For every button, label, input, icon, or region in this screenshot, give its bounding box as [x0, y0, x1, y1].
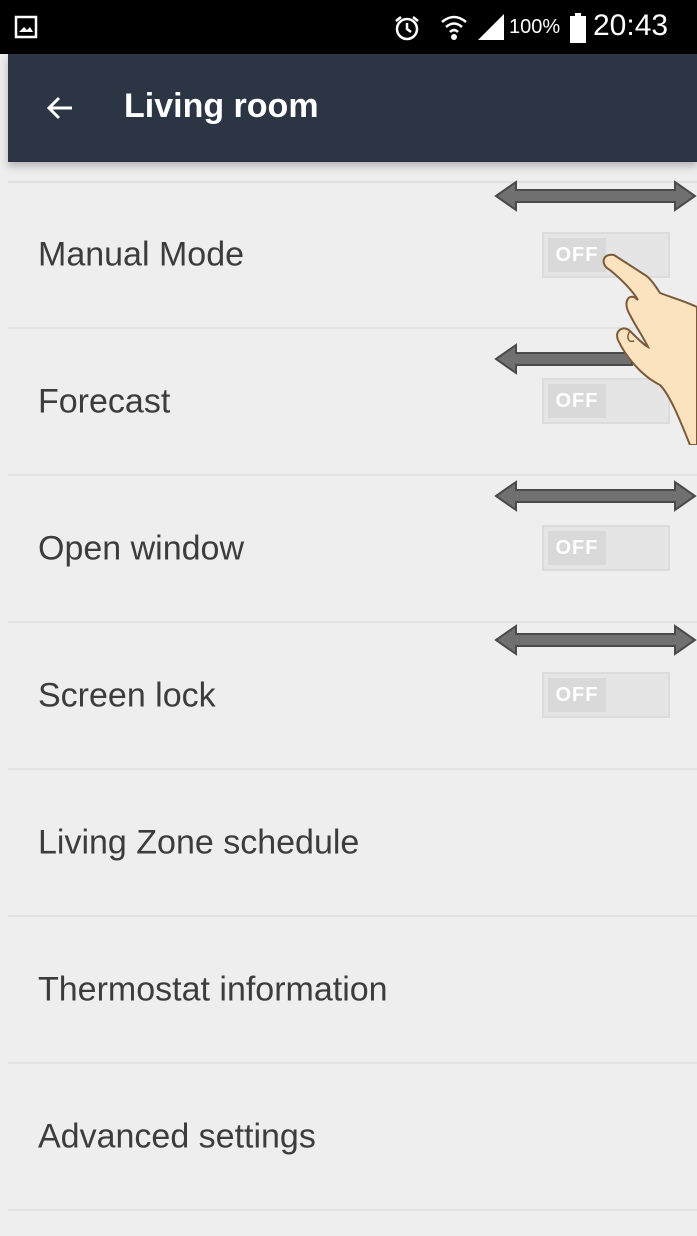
setting-label: Manual Mode: [38, 235, 245, 273]
setting-thermostat-information[interactable]: Thermostat information: [8, 917, 697, 1064]
setting-label: Advanced settings: [38, 1117, 316, 1155]
double-headed-arrow-icon: [494, 624, 697, 656]
alarm-icon: [395, 16, 419, 41]
setting-living-zone-schedule[interactable]: Living Zone schedule: [8, 770, 697, 917]
battery-icon: [570, 13, 586, 43]
arrow-left-icon: [46, 96, 72, 120]
signal-icon: [478, 14, 504, 40]
pointing-hand-icon: [602, 253, 697, 445]
setting-label: Thermostat information: [38, 970, 388, 1008]
double-headed-arrow-icon: [494, 180, 697, 212]
toggle-state: OFF: [548, 678, 606, 712]
clock: 20:43: [593, 9, 669, 42]
wifi-icon: [441, 15, 467, 40]
battery-percent: 100%: [509, 16, 561, 38]
setting-label: Screen lock: [38, 676, 216, 714]
screen-lock-toggle[interactable]: OFF: [542, 672, 670, 718]
gallery-icon: [14, 15, 38, 39]
toggle-state: OFF: [548, 384, 606, 418]
settings-list: Manual Mode OFF Forecast OFF Open window…: [8, 182, 697, 1211]
open-window-toggle[interactable]: OFF: [542, 525, 670, 571]
setting-label: Open window: [38, 529, 245, 567]
toggle-state: OFF: [548, 238, 606, 272]
setting-label: Forecast: [38, 382, 171, 420]
setting-advanced-settings[interactable]: Advanced settings: [8, 1064, 697, 1211]
app-bar: Living room: [8, 54, 697, 162]
setting-label: Living Zone schedule: [38, 823, 360, 861]
back-button[interactable]: [36, 84, 84, 132]
page-title: Living room: [124, 87, 319, 125]
toggle-state: OFF: [548, 531, 606, 565]
status-bar: 100% 20:43: [0, 0, 697, 54]
double-headed-arrow-icon: [494, 480, 697, 512]
